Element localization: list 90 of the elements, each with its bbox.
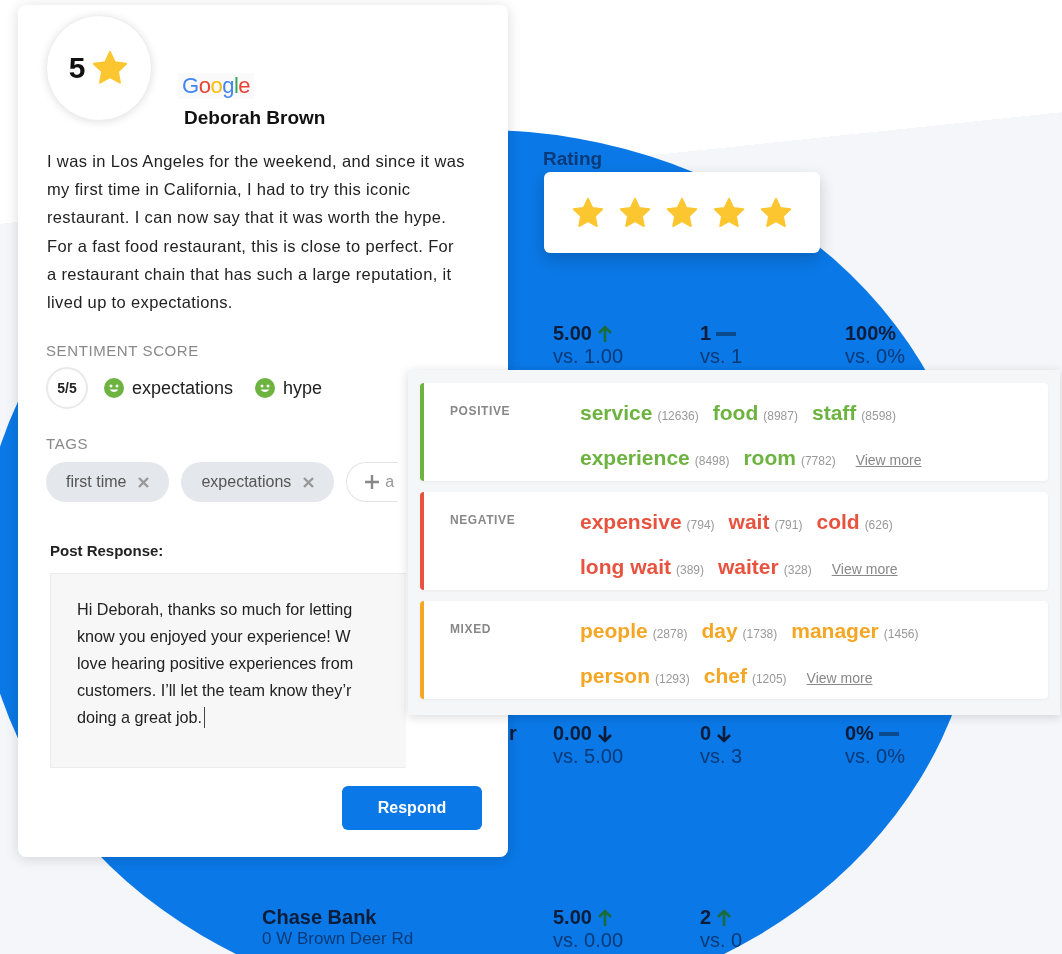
view-more-link[interactable]: View more — [806, 670, 873, 686]
keyword-count: (7782) — [800, 454, 836, 468]
comparison-value: vs. 5.00 — [553, 745, 624, 767]
keyword-count: (1205) — [751, 672, 787, 686]
rating-number: 5 — [68, 51, 86, 85]
metric-value: 2 — [700, 906, 712, 929]
metric-value: 0 — [700, 722, 712, 745]
view-more-link[interactable]: View more — [855, 452, 922, 468]
keyword-count: (794) — [686, 518, 715, 532]
keyword-count: (389) — [676, 563, 704, 577]
tag-chip[interactable]: expectations — [181, 462, 335, 503]
keyword[interactable]: room — [743, 446, 796, 470]
view-more-link[interactable]: View more — [831, 561, 898, 577]
comparison-value: vs. 1 — [700, 345, 743, 367]
location-name: r — [509, 722, 517, 745]
metric-value: 100% — [845, 322, 897, 345]
keyword[interactable]: expensive — [580, 510, 682, 534]
keyword[interactable]: food — [712, 401, 759, 425]
star-icon — [618, 195, 652, 230]
up-arrow-icon — [716, 908, 733, 927]
keyword-count: (12636) — [657, 409, 699, 423]
keyword-count: (8498) — [694, 454, 730, 468]
down-arrow-icon — [596, 724, 613, 743]
metric-value: 1 — [700, 322, 712, 345]
metric-value: 5.00 — [553, 322, 592, 345]
keyword-count: (2878) — [652, 627, 688, 641]
metric-value: 0% — [845, 722, 874, 745]
section-label: TAGS — [46, 435, 90, 453]
smiley-icon — [104, 378, 124, 399]
reviewer-name: Deborah Brown — [184, 107, 326, 129]
star-icon — [571, 195, 605, 230]
comparison-value: vs. 1.00 — [553, 345, 624, 367]
keyword[interactable]: experience — [580, 446, 690, 470]
comparison-value: vs. 0% — [845, 745, 906, 767]
location-name: Chase Bank — [262, 906, 378, 929]
up-arrow-icon — [596, 324, 613, 343]
response-label: Post Response: — [50, 542, 165, 560]
sentiment-term: expectations — [132, 377, 234, 399]
close-icon[interactable] — [138, 476, 150, 488]
keyword[interactable]: people — [580, 619, 648, 643]
smiley-icon — [255, 378, 276, 399]
comparison-value: vs. 0% — [845, 345, 906, 367]
sentiment-term: hype — [283, 377, 323, 399]
keyword[interactable]: cold — [816, 510, 860, 534]
keyword[interactable]: day — [701, 619, 738, 643]
source-logo: Google — [178, 73, 254, 99]
comparison-value: vs. 0 — [700, 929, 743, 951]
comparison-value: vs. 0.00 — [553, 929, 624, 951]
keyword[interactable]: service — [580, 401, 653, 425]
category-label: NEGATIVE — [450, 512, 517, 529]
add-tag-button[interactable]: a — [346, 462, 399, 503]
close-icon[interactable] — [303, 476, 315, 488]
keyword[interactable]: person — [580, 664, 650, 688]
keyword[interactable]: waiter — [718, 555, 779, 579]
keyword[interactable]: staff — [811, 401, 857, 425]
category-label: MIXED — [450, 621, 492, 638]
plus-icon — [365, 475, 380, 490]
keyword-count: (328) — [783, 563, 812, 577]
down-arrow-icon — [716, 724, 733, 743]
review-text: I was in Los Angeles for the weekend, and since it was my first time in California, I had to try this iconic restaurant. I can now say that it was worth the hype. For a fast food restaurant, this is close to perfect. For a restaurant chain that has such a large reputation, it lived up to expectations. — [47, 151, 466, 313]
tag-chip[interactable]: first time — [46, 462, 170, 503]
dash-icon — [878, 731, 899, 736]
star-icon — [665, 195, 699, 230]
section-label: SENTIMENT SCORE — [46, 342, 200, 360]
keyword[interactable]: chef — [703, 664, 747, 688]
keyword-count: (1738) — [742, 627, 778, 641]
dash-icon — [716, 331, 737, 336]
respond-button[interactable]: Respond — [342, 786, 482, 831]
star-icon — [91, 49, 130, 87]
keyword[interactable]: long wait — [580, 555, 671, 579]
keyword-count: (8987) — [763, 409, 798, 423]
sentiment-score: 5/5 — [46, 367, 88, 410]
keyword[interactable]: manager — [791, 619, 879, 643]
location-address: 0 W Brown Deer Rd — [262, 929, 414, 949]
star-icon — [759, 195, 793, 230]
text-cursor — [204, 707, 206, 729]
column-header: Rating — [543, 148, 603, 170]
category-label: POSITIVE — [450, 403, 512, 420]
keyword[interactable]: wait — [728, 510, 770, 534]
metric-value: 5.00 — [553, 906, 592, 929]
keyword-count: (626) — [864, 518, 893, 532]
response-field[interactable]: Hi Deborah, thanks so much for letting know you enjoyed your experience! W love hearing positive experiences from customers. I’ll let the team know they’r doing a great job. — [50, 573, 406, 769]
keyword-count: (1293) — [655, 672, 690, 686]
comparison-value: vs. 3 — [700, 745, 743, 767]
keyword-count: (791) — [774, 518, 803, 532]
keyword-count: (8598) — [861, 409, 896, 423]
keyword-count: (1456) — [883, 627, 919, 641]
metric-value: 0.00 — [553, 722, 592, 745]
star-icon — [712, 195, 746, 230]
up-arrow-icon — [596, 908, 613, 927]
